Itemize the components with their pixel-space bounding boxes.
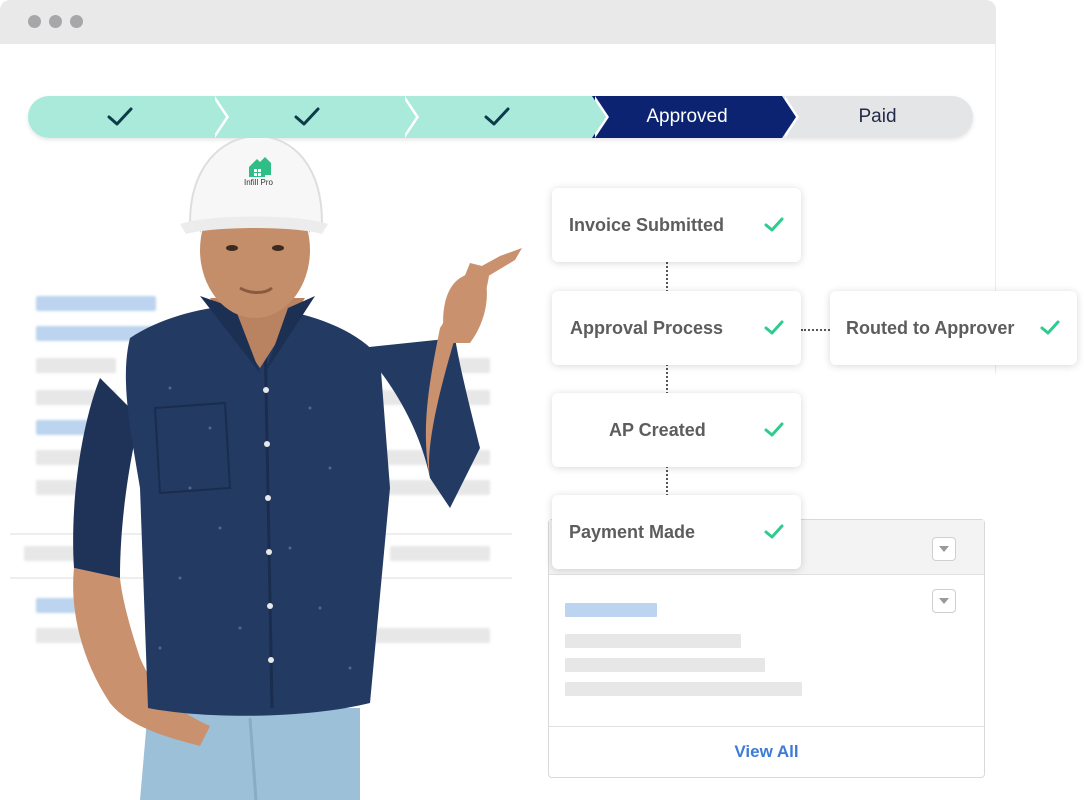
check-icon [764, 217, 784, 232]
view-all-link[interactable]: View All [734, 742, 798, 762]
step-2-complete [212, 96, 419, 138]
check-icon [1040, 320, 1060, 335]
step-label: Paid [858, 106, 897, 127]
flow-step-label: Approval Process [570, 317, 724, 338]
skeleton-line [565, 634, 741, 648]
flow-step-approval-process: Approval Process [552, 291, 801, 365]
window-maximize-dot[interactable] [70, 15, 83, 28]
helmet-logo-text: Infill Pro [244, 178, 273, 187]
check-icon [764, 422, 784, 437]
flow-connector [801, 329, 830, 331]
flow-step-ap-created: AP Created [552, 393, 801, 467]
step-3-complete [402, 96, 609, 138]
step-approved: Approved [592, 96, 799, 138]
step-label: Approved [646, 106, 728, 127]
flow-connector [666, 364, 668, 394]
window-minimize-dot[interactable] [49, 15, 62, 28]
flow-step-routed-to-approver: Routed to Approver [830, 291, 1077, 365]
check-icon [294, 107, 320, 126]
skeleton-line [565, 658, 765, 672]
check-icon [484, 107, 510, 126]
check-icon [764, 320, 784, 335]
flow-step-label: Invoice Submitted [569, 214, 725, 235]
chevron-down-icon [939, 546, 949, 552]
step-1-complete [28, 96, 229, 138]
row-dropdown-button[interactable] [932, 589, 956, 613]
check-icon [107, 107, 133, 126]
flow-step-label: Routed to Approver [846, 317, 1015, 338]
header-dropdown-button[interactable] [932, 537, 956, 561]
skeleton-line [565, 682, 802, 696]
skeleton-line [565, 603, 657, 617]
flow-connector [666, 466, 668, 496]
check-icon [764, 524, 784, 539]
panel-footer: View All [549, 726, 984, 777]
step-paid: Paid [782, 96, 973, 138]
flow-connector [666, 262, 668, 292]
chevron-down-icon [939, 598, 949, 604]
window-close-dot[interactable] [28, 15, 41, 28]
worker-photo [73, 134, 522, 800]
flow-step-label: Payment Made [569, 521, 696, 542]
browser-title-bar [0, 0, 996, 44]
flow-step-invoice-submitted: Invoice Submitted [552, 188, 801, 262]
flow-step-label: AP Created [609, 419, 706, 440]
flow-step-payment-made: Payment Made [552, 495, 801, 569]
progress-stepper: Approved Paid [28, 96, 973, 138]
